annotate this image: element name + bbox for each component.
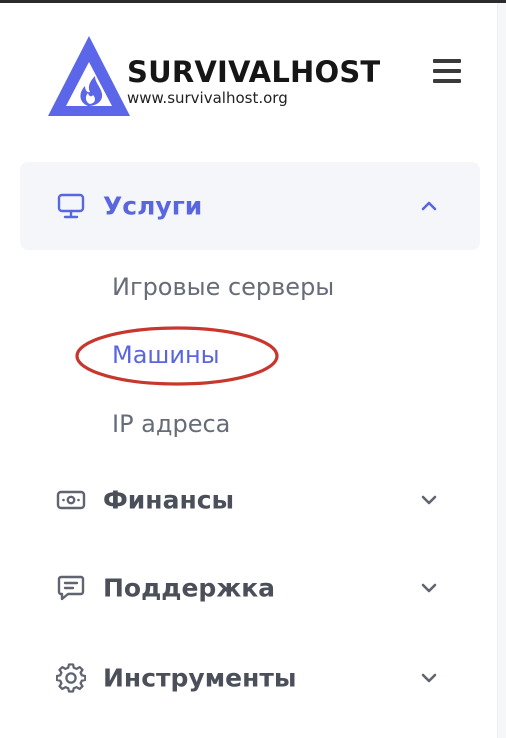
nav-section-support[interactable]: Поддержка — [20, 544, 480, 632]
cash-icon — [56, 490, 86, 510]
monitor-icon — [57, 193, 85, 219]
gear-icon — [56, 663, 86, 693]
subnav-item-game-servers[interactable]: Игровые серверы — [112, 275, 334, 299]
menu-toggle-button[interactable] — [433, 59, 463, 85]
nav-services-label: Услуги — [103, 191, 203, 221]
chevron-down-icon[interactable] — [418, 667, 440, 689]
hamburger-icon-bottom — [433, 79, 461, 83]
sidebar-page: SURVIVALHOST www.survivalhost.org Услуги… — [0, 0, 506, 738]
nav-section-services[interactable]: Услуги — [20, 162, 480, 250]
chevron-down-icon[interactable] — [418, 489, 440, 511]
chevron-down-icon[interactable] — [418, 577, 440, 599]
subnav-item-ip-addresses[interactable]: IP адреса — [112, 412, 230, 436]
nav-section-finance[interactable]: Финансы — [20, 456, 480, 544]
top-border — [0, 0, 506, 3]
hamburger-icon-middle — [433, 69, 461, 73]
highlight-ellipse — [75, 326, 279, 386]
nav-finance-label: Финансы — [103, 485, 235, 515]
brand-name: SURVIVALHOST — [127, 55, 381, 89]
hamburger-icon — [433, 59, 461, 63]
chevron-up-icon[interactable] — [418, 195, 440, 217]
brand-url: www.survivalhost.org — [127, 89, 288, 107]
chat-icon — [57, 575, 85, 601]
nav-support-label: Поддержка — [103, 573, 276, 603]
nav-section-tools[interactable]: Инструменты — [20, 634, 480, 722]
triangle-flame-logo-icon — [48, 36, 130, 116]
scrollbar-track[interactable] — [497, 3, 506, 738]
brand-logo[interactable]: SURVIVALHOST www.survivalhost.org — [48, 36, 398, 118]
nav-tools-label: Инструменты — [103, 663, 297, 693]
